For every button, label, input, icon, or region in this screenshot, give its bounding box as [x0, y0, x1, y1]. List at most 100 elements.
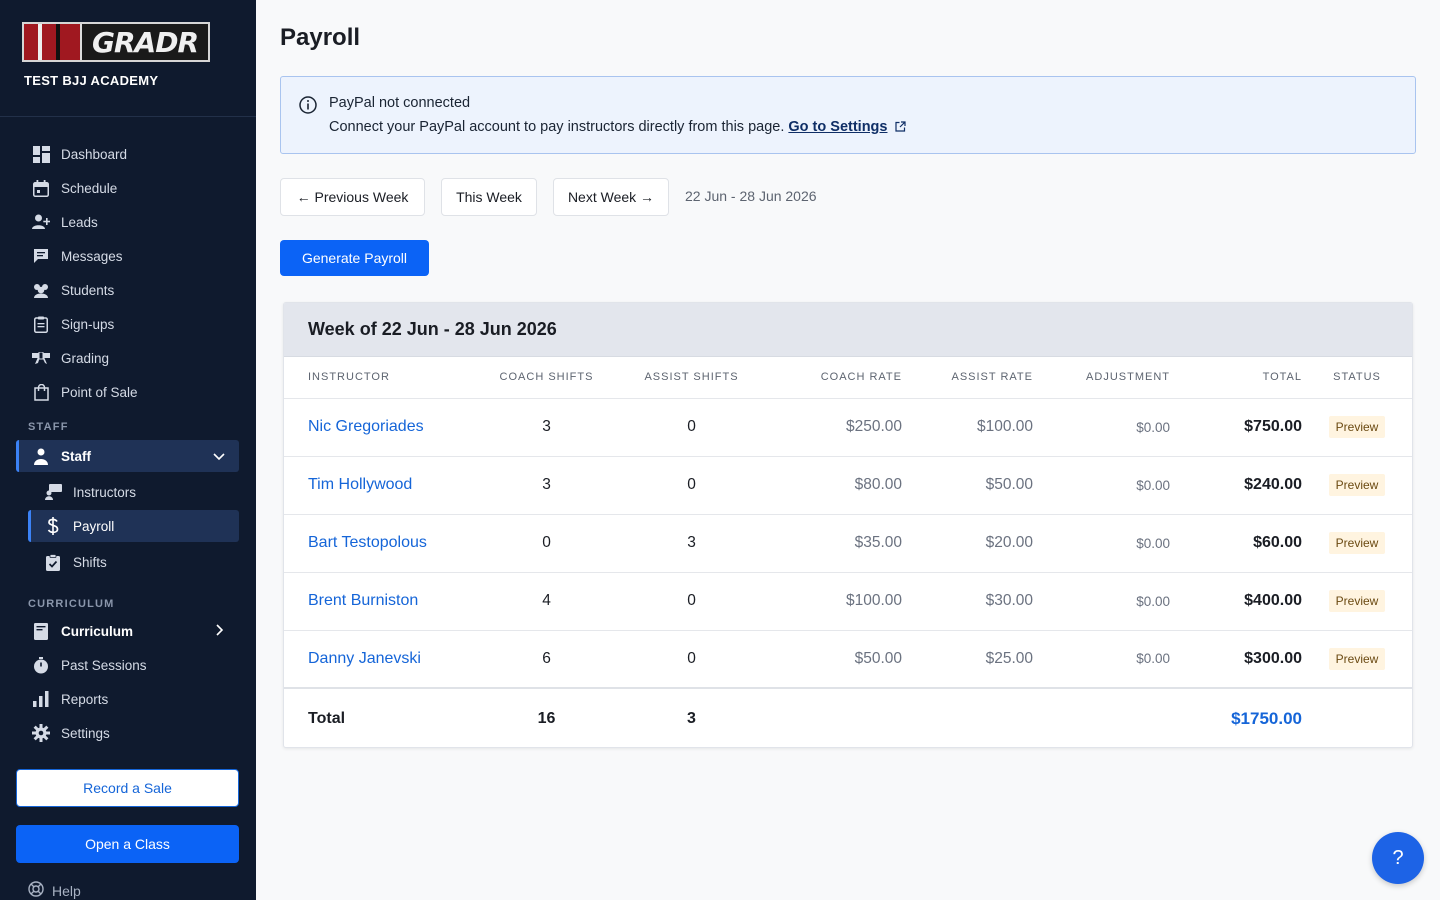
- grand-total: $1750.00: [1231, 708, 1302, 728]
- instructor-name-link[interactable]: Bart Testopolous: [308, 534, 427, 551]
- status-badge: Preview: [1328, 532, 1386, 554]
- table-row: Bart Testopolous 0 3 $35.00 $20.00 $0.00…: [284, 514, 1412, 573]
- sidebar-item-shifts[interactable]: Shifts: [0, 544, 256, 580]
- table-row: Danny Janevski 6 0 $50.00 $25.00 $0.00 $…: [284, 630, 1412, 689]
- sidebar-item-grading[interactable]: Grading: [0, 341, 256, 375]
- sidebar-nav: Dashboard Schedule Leads Messages Studen…: [0, 117, 256, 750]
- col-instructor: INSTRUCTOR: [284, 357, 474, 399]
- col-assist-shifts: ASSIST SHIFTS: [619, 357, 764, 399]
- info-icon: [299, 96, 317, 119]
- sidebar-item-sign-ups[interactable]: Sign-ups: [0, 307, 256, 341]
- help-link[interactable]: Help: [28, 881, 81, 900]
- dollar-icon: [44, 517, 62, 535]
- adjustment-value[interactable]: $0.00: [1033, 630, 1170, 689]
- next-week-button[interactable]: Next Week →: [553, 178, 669, 216]
- adjustment-value[interactable]: $0.00: [1033, 398, 1170, 457]
- gradr-logo[interactable]: GRADR: [22, 22, 210, 62]
- status-badge: Preview: [1328, 416, 1386, 438]
- assist-shifts: 0: [619, 630, 764, 689]
- instructor-icon: [44, 483, 62, 501]
- coach-shifts: 0: [474, 514, 619, 573]
- this-week-button[interactable]: This Week: [441, 178, 537, 216]
- assist-shifts: 0: [619, 456, 764, 515]
- status-badge: Preview: [1328, 474, 1386, 496]
- assist-rate: $100.00: [902, 398, 1033, 457]
- instructor-name-link[interactable]: Nic Gregoriades: [308, 418, 424, 435]
- assist-shifts: 3: [619, 514, 764, 573]
- assist-shifts: 0: [619, 398, 764, 457]
- sidebar-item-label: Payroll: [73, 518, 115, 534]
- status-badge: Preview: [1328, 590, 1386, 612]
- coach-rate: $100.00: [764, 572, 902, 631]
- sidebar-item-label: Dashboard: [61, 146, 128, 162]
- payroll-table: INSTRUCTOR COACH SHIFTS ASSIST SHIFTS CO…: [284, 357, 1412, 747]
- sidebar-item-past-sessions[interactable]: Past Sessions: [0, 648, 256, 682]
- sidebar-item-label: Grading: [61, 350, 110, 366]
- generate-payroll-button[interactable]: Generate Payroll: [280, 240, 429, 276]
- table-row: Nic Gregoriades 3 0 $250.00 $100.00 $0.0…: [284, 398, 1412, 457]
- alert-title: PayPal not connected: [329, 95, 471, 111]
- sidebar-item-staff[interactable]: Staff: [16, 440, 239, 472]
- sidebar-item-settings[interactable]: Settings: [0, 716, 256, 750]
- sidebar-item-reports[interactable]: Reports: [0, 682, 256, 716]
- sidebar-item-point-of-sale[interactable]: Point of Sale: [0, 375, 256, 409]
- week-range: 22 Jun - 28 Jun 2026: [685, 188, 817, 204]
- sidebar-item-label: Staff: [61, 448, 91, 464]
- instructor-name-link[interactable]: Tim Hollywood: [308, 476, 412, 493]
- col-status: STATUS: [1302, 357, 1412, 399]
- message-icon: [32, 247, 50, 265]
- sidebar-item-label: Settings: [61, 725, 110, 741]
- book-icon: [32, 622, 50, 640]
- sidebar-item-label: Schedule: [61, 180, 118, 196]
- external-link-icon[interactable]: [894, 120, 906, 136]
- assist-shifts: 0: [619, 572, 764, 631]
- help-fab-button[interactable]: ?: [1372, 832, 1424, 884]
- sidebar-item-payroll[interactable]: Payroll: [28, 510, 239, 542]
- clipboard-icon: [32, 315, 50, 333]
- col-total: TOTAL: [1170, 357, 1302, 399]
- sidebar-item-label: Instructors: [73, 484, 137, 500]
- calendar-icon: [32, 179, 50, 197]
- instructor-name-link[interactable]: Danny Janevski: [308, 650, 421, 667]
- sidebar-item-dashboard[interactable]: Dashboard: [0, 137, 256, 171]
- main-content: Payroll PayPal not connected Connect you…: [256, 0, 1440, 900]
- section-label-curriculum: CURRICULUM: [28, 598, 115, 610]
- table-row: Brent Burniston 4 0 $100.00 $30.00 $0.00…: [284, 572, 1412, 631]
- stopwatch-icon: [32, 656, 50, 674]
- alert-message: Connect your PayPal account to pay instr…: [329, 119, 785, 135]
- payroll-card: Week of 22 Jun - 28 Jun 2026 INSTRUCTOR …: [283, 302, 1413, 748]
- sidebar-item-label: Reports: [61, 691, 109, 707]
- chevron-right-icon[interactable]: [216, 624, 224, 639]
- record-sale-button[interactable]: Record a Sale: [16, 769, 239, 807]
- adjustment-value[interactable]: $0.00: [1033, 572, 1170, 631]
- sidebar-item-instructors[interactable]: Instructors: [0, 474, 256, 510]
- total-label: Total: [308, 709, 346, 727]
- adjustment-value[interactable]: $0.00: [1033, 456, 1170, 515]
- previous-week-button[interactable]: ← Previous Week: [280, 178, 425, 216]
- coach-rate: $50.00: [764, 630, 902, 689]
- adjustment-value[interactable]: $0.00: [1033, 514, 1170, 573]
- sidebar-item-label: Leads: [61, 214, 98, 230]
- chevron-down-icon[interactable]: [213, 449, 225, 464]
- go-to-settings-link[interactable]: Go to Settings: [788, 119, 887, 135]
- row-total: $400.00: [1170, 572, 1302, 631]
- add-user-icon: [32, 213, 50, 231]
- sidebar-item-students[interactable]: Students: [0, 273, 256, 307]
- empty-cell: [902, 688, 1033, 747]
- logo-text: GRADR: [82, 24, 208, 60]
- dashboard-icon: [32, 145, 50, 163]
- empty-cell: [764, 688, 902, 747]
- assist-rate: $20.00: [902, 514, 1033, 573]
- lifebuoy-icon: [28, 881, 44, 900]
- total-coach-shifts: 16: [537, 709, 556, 727]
- sidebar-item-schedule[interactable]: Schedule: [0, 171, 256, 205]
- person-icon: [32, 447, 50, 465]
- sidebar-item-messages[interactable]: Messages: [0, 239, 256, 273]
- sidebar-item-label: Students: [61, 282, 115, 298]
- instructor-name-link[interactable]: Brent Burniston: [308, 592, 418, 609]
- sidebar-item-leads[interactable]: Leads: [0, 205, 256, 239]
- sidebar-item-curriculum[interactable]: Curriculum: [0, 614, 256, 648]
- open-class-button[interactable]: Open a Class: [16, 825, 239, 863]
- sidebar: GRADR TEST BJJ ACADEMY Dashboard Schedul…: [0, 0, 256, 900]
- row-total: $300.00: [1170, 630, 1302, 689]
